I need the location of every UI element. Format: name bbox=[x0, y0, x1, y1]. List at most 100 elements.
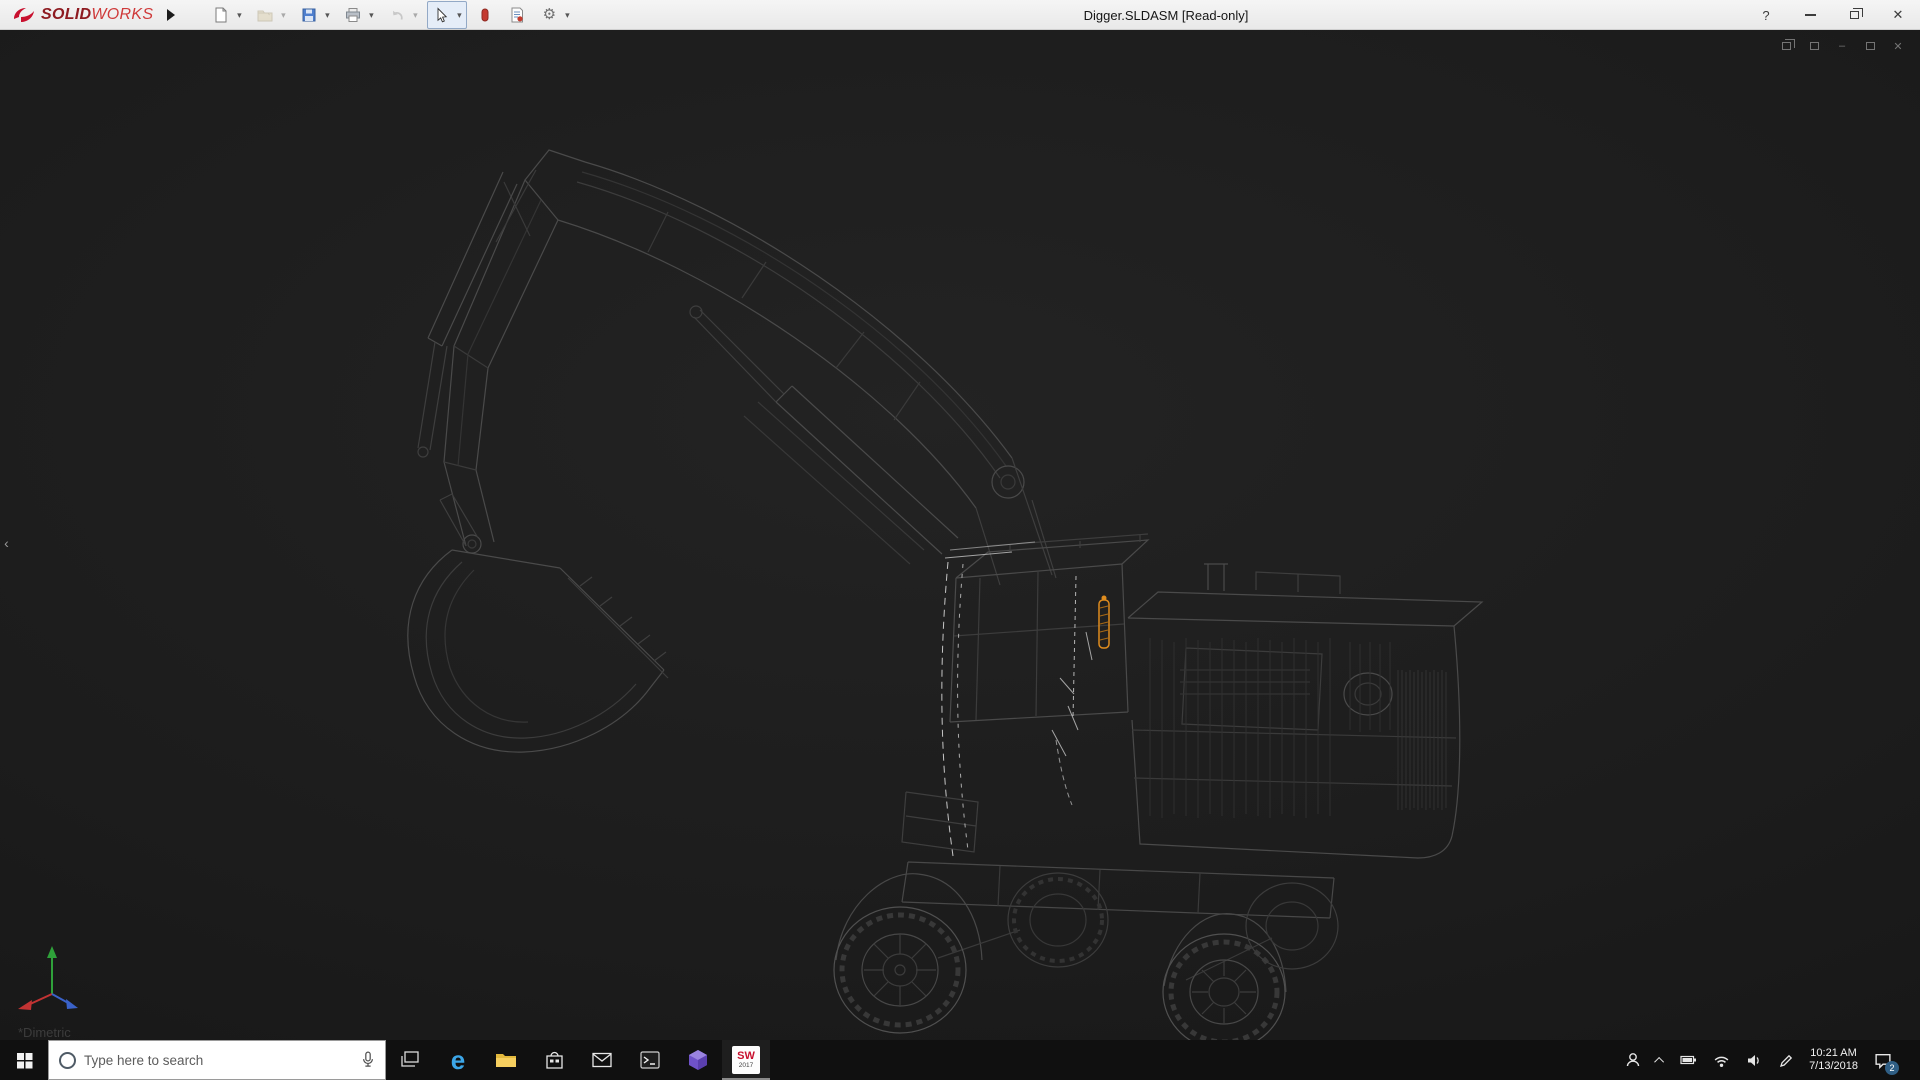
clock[interactable]: 10:21 AM 7/13/2018 bbox=[1809, 1040, 1858, 1080]
taskbar-solidworks-button[interactable]: SW 2017 bbox=[722, 1040, 770, 1080]
file-explorer-icon bbox=[496, 1054, 516, 1067]
microphone-icon[interactable] bbox=[361, 1051, 375, 1069]
battery-button[interactable] bbox=[1680, 1040, 1697, 1080]
document-title: Digger.SLDASM [Read-only] bbox=[1083, 8, 1249, 23]
store-icon bbox=[545, 1051, 563, 1069]
taskbar: e SW 20 bbox=[0, 1040, 1920, 1080]
task-view-button[interactable] bbox=[386, 1040, 434, 1080]
task-view-icon bbox=[401, 1051, 419, 1067]
search-input[interactable] bbox=[84, 1052, 353, 1068]
new-document-icon bbox=[215, 7, 227, 22]
new-document-button[interactable] bbox=[209, 3, 233, 27]
design-report-button[interactable] bbox=[505, 3, 529, 27]
minimize-button[interactable] bbox=[1798, 2, 1822, 28]
view-orientation-label: *Dimetric bbox=[18, 1025, 71, 1040]
cab-lines bbox=[949, 533, 1150, 723]
chevron-up-icon bbox=[1654, 1056, 1665, 1067]
gear-icon: ⚙ bbox=[542, 5, 557, 23]
print-group: ▾ bbox=[339, 1, 379, 29]
child-maximize-button[interactable] bbox=[1862, 38, 1878, 54]
open-folder-icon bbox=[257, 10, 273, 21]
menu-flyout-button[interactable] bbox=[161, 4, 181, 26]
new-document-dropdown[interactable]: ▾ bbox=[233, 3, 245, 27]
taskbar-mail-button[interactable] bbox=[578, 1040, 626, 1080]
solidworks-ds-icon bbox=[14, 7, 34, 22]
action-center-button[interactable]: 2 bbox=[1874, 1040, 1899, 1080]
options-dropdown[interactable]: ▾ bbox=[561, 3, 573, 27]
options-button[interactable]: ⚙ bbox=[537, 3, 561, 27]
restore-button[interactable] bbox=[1842, 2, 1866, 28]
taskbar-terminal-button[interactable] bbox=[626, 1040, 674, 1080]
restore-icon bbox=[1849, 8, 1863, 19]
document-window-controls: – ✕ bbox=[1778, 38, 1906, 54]
close-button[interactable]: ✕ bbox=[1886, 2, 1910, 28]
people-icon bbox=[1626, 1053, 1640, 1067]
taskbar-search[interactable] bbox=[48, 1040, 386, 1080]
notification-badge: 2 bbox=[1885, 1061, 1899, 1075]
cortana-icon[interactable] bbox=[59, 1051, 76, 1069]
boom-arm-lines bbox=[417, 149, 1057, 586]
taskbar-3d-viewer-button[interactable] bbox=[674, 1040, 722, 1080]
orientation-triad bbox=[18, 946, 78, 1010]
minimize-icon bbox=[1804, 14, 1816, 16]
undo-button[interactable] bbox=[385, 3, 409, 27]
open-button[interactable] bbox=[253, 3, 277, 27]
titlebar: SOLIDWORKS ▾ ▾ ▾ ▾ ▾ ▾ ⚙ ▾ Digger.SLDASM… bbox=[0, 0, 1920, 30]
main-toolbar: ▾ ▾ ▾ ▾ ▾ ▾ ⚙ ▾ bbox=[207, 0, 579, 29]
undo-group: ▾ bbox=[383, 1, 423, 29]
select-cursor-icon bbox=[437, 6, 448, 22]
graphics-viewport[interactable]: – ✕ *Dimetric ‹ bbox=[0, 30, 1920, 1040]
open-group: ▾ bbox=[251, 1, 291, 29]
options-group: ⚙ ▾ bbox=[535, 1, 575, 29]
clock-date: 7/13/2018 bbox=[1809, 1060, 1858, 1072]
print-icon bbox=[346, 7, 361, 22]
window-controls: ? ✕ bbox=[1754, 0, 1910, 30]
start-button[interactable] bbox=[0, 1040, 48, 1080]
battery-icon bbox=[1680, 1055, 1697, 1065]
print-dropdown[interactable]: ▾ bbox=[365, 3, 377, 27]
edge-icon: e bbox=[450, 1045, 466, 1075]
design-report-icon bbox=[511, 7, 524, 22]
network-button[interactable] bbox=[1713, 1040, 1730, 1080]
save-button[interactable] bbox=[297, 3, 321, 27]
float-window-icon bbox=[1809, 42, 1819, 50]
taskbar-edge-button[interactable]: e bbox=[434, 1040, 482, 1080]
open-dropdown[interactable]: ▾ bbox=[277, 3, 289, 27]
featuremanager-collapse-arrow[interactable]: ‹ bbox=[0, 530, 13, 556]
pen-icon bbox=[1780, 1054, 1793, 1067]
speaker-icon bbox=[1748, 1054, 1759, 1066]
solidworks-logo: SOLIDWORKS bbox=[0, 6, 161, 24]
new-document-group: ▾ bbox=[207, 1, 247, 29]
cascade-icon bbox=[1781, 39, 1795, 50]
system-tray: 10:21 AM 7/13/2018 2 bbox=[1625, 1040, 1920, 1080]
save-icon bbox=[302, 8, 316, 21]
excavator-wireframe-model[interactable] bbox=[0, 30, 1920, 1040]
selected-component-highlight[interactable] bbox=[1098, 595, 1110, 649]
3d-cube-icon bbox=[689, 1050, 707, 1070]
solidworks-icon-year: 2017 bbox=[738, 1061, 754, 1069]
select-tool-dropdown[interactable]: ▾ bbox=[453, 3, 465, 27]
child-minimize-button[interactable]: – bbox=[1834, 38, 1850, 54]
print-button[interactable] bbox=[341, 3, 365, 27]
grille-hatch-lines bbox=[1149, 638, 1447, 818]
volume-button[interactable] bbox=[1746, 1040, 1762, 1080]
child-float-button[interactable] bbox=[1806, 38, 1822, 54]
select-tool-button[interactable] bbox=[429, 3, 453, 27]
undo-dropdown[interactable]: ▾ bbox=[409, 3, 421, 27]
bucket-lines bbox=[407, 549, 669, 753]
undo-icon bbox=[393, 10, 404, 20]
appearances-button[interactable] bbox=[473, 3, 497, 27]
help-button[interactable]: ? bbox=[1754, 2, 1778, 28]
mail-icon bbox=[592, 1052, 612, 1068]
brand-works: WORKS bbox=[91, 5, 154, 23]
taskbar-store-button[interactable] bbox=[530, 1040, 578, 1080]
save-dropdown[interactable]: ▾ bbox=[321, 3, 333, 27]
child-close-button[interactable]: ✕ bbox=[1890, 38, 1906, 54]
maximize-icon bbox=[1865, 42, 1875, 50]
pen-button[interactable] bbox=[1778, 1040, 1793, 1080]
taskbar-explorer-button[interactable] bbox=[482, 1040, 530, 1080]
appearances-group bbox=[471, 1, 499, 29]
people-button[interactable] bbox=[1625, 1040, 1641, 1080]
child-cascade-button[interactable] bbox=[1778, 38, 1795, 54]
hidden-icons-button[interactable] bbox=[1654, 1040, 1665, 1080]
